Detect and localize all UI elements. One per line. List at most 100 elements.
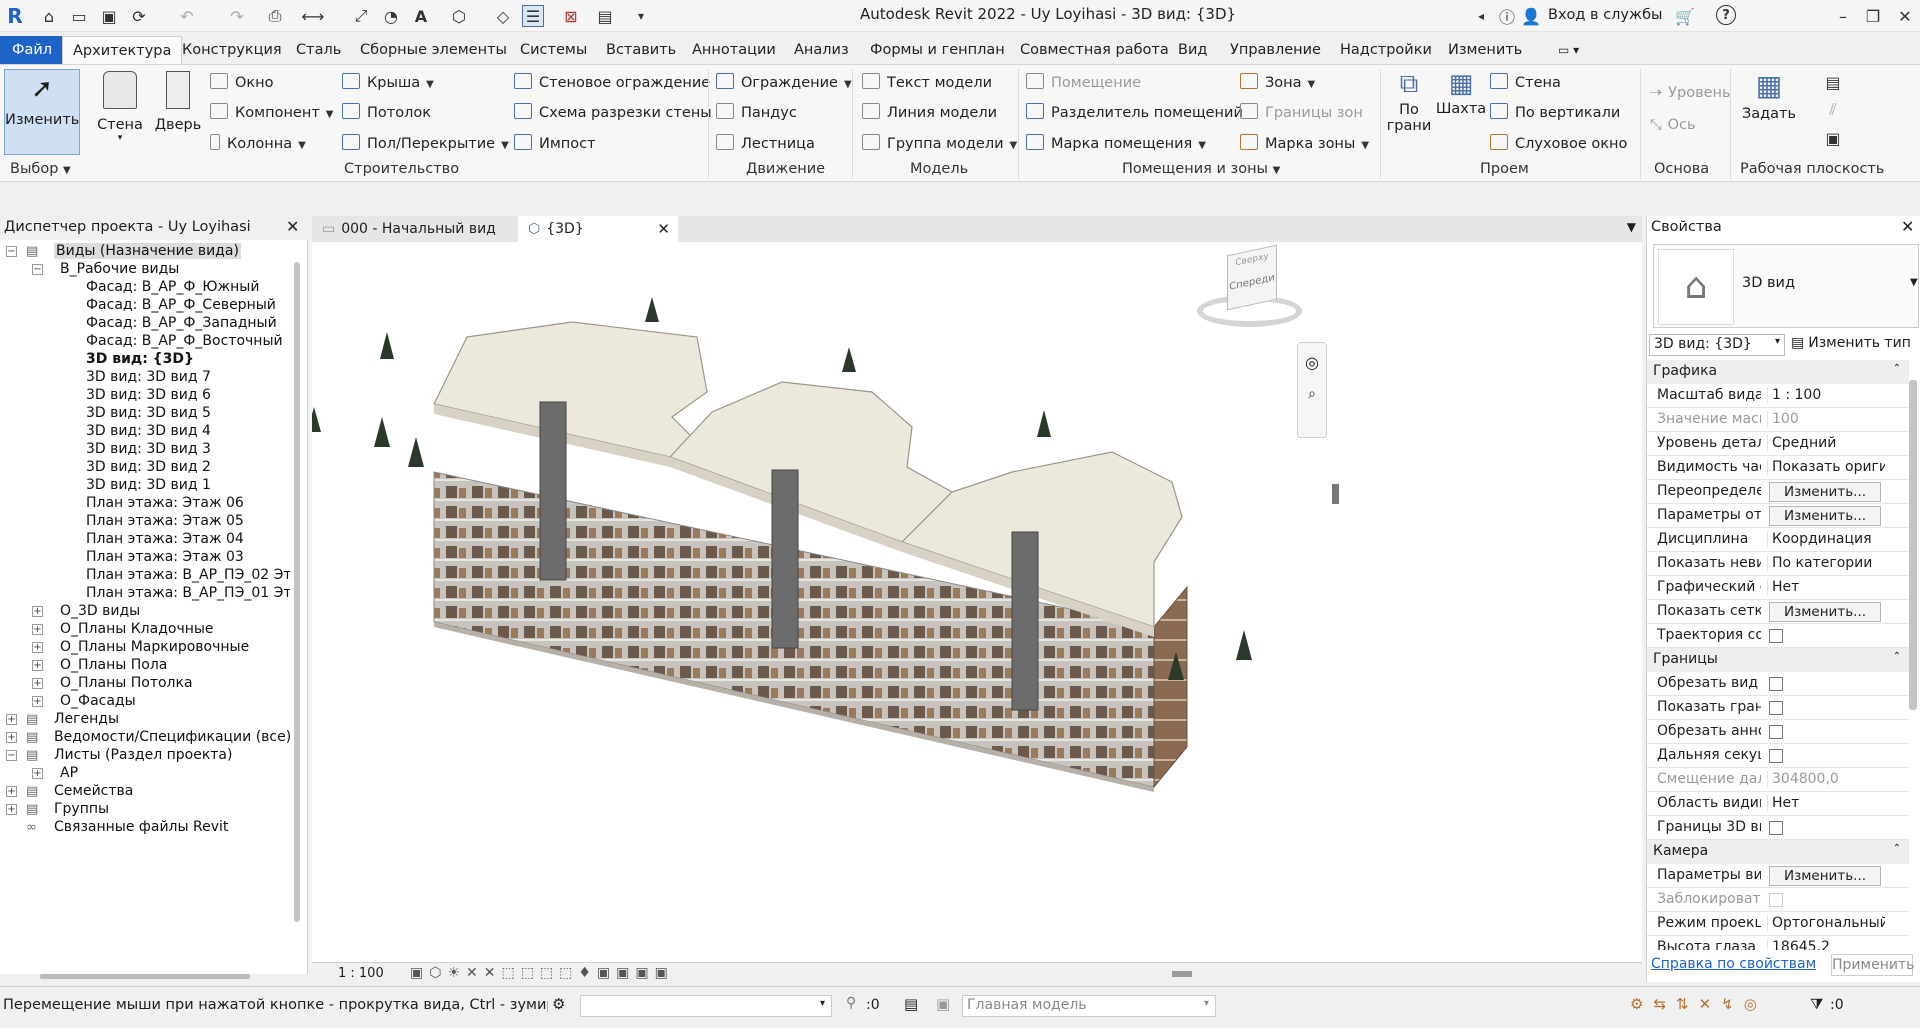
browser-item[interactable]: О_Планы Кладочные <box>60 621 214 637</box>
browser-item[interactable]: План этажа: Этаж 03 <box>86 549 244 565</box>
curtain-system-button[interactable]: Стеновое ограждение <box>514 73 710 91</box>
browser-item[interactable]: План этажа: Этаж 06 <box>86 495 244 511</box>
room-separator-button[interactable]: Разделитель помещений <box>1026 103 1243 121</box>
tab-structure[interactable]: Конструкция <box>172 36 292 64</box>
panel-select[interactable]: Выбор ▼ <box>10 161 71 177</box>
tab-menu-icon[interactable]: ▼ <box>1627 220 1636 234</box>
property-value[interactable]: Нет <box>1767 579 1885 595</box>
wall-button[interactable]: Стена ▾ <box>96 69 144 155</box>
mullion-button[interactable]: Импост <box>514 134 596 152</box>
type-selector[interactable]: ⌂ 3D вид ▼ <box>1653 244 1919 328</box>
ceiling-button[interactable]: Потолок <box>342 103 431 121</box>
model-group-button[interactable]: Группа модели ▼ <box>862 134 1017 152</box>
navigation-bar[interactable]: ◎ ⌕ <box>1297 342 1327 438</box>
text-icon[interactable]: A <box>410 5 432 27</box>
area-tag-button[interactable]: Марка зоны ▼ <box>1240 134 1369 152</box>
property-value[interactable]: Ортогональный <box>1767 915 1885 931</box>
help-icon[interactable]: ? <box>1716 5 1736 25</box>
stair-button[interactable]: Лестница <box>716 134 815 152</box>
steering-wheel-icon[interactable]: ◎ <box>1298 353 1326 372</box>
worksets-icon[interactable]: ⚙ <box>552 995 565 1013</box>
floor-button[interactable]: Пол/Перекрытие ▼ <box>342 134 509 152</box>
browser-item[interactable]: Фасад: В_АР_Ф_Северный <box>86 297 276 313</box>
browser-item[interactable]: О_Планы Пола <box>60 657 167 673</box>
edit-property-button[interactable]: Изменить... <box>1769 482 1881 502</box>
expand-icon[interactable]: + <box>32 768 43 779</box>
expand-icon[interactable]: + <box>6 804 17 815</box>
thin-lines-icon[interactable]: ☰ <box>522 5 544 27</box>
browser-item[interactable]: Легенды <box>54 711 119 727</box>
property-checkbox[interactable] <box>1769 749 1783 763</box>
expand-icon[interactable]: + <box>32 624 43 635</box>
filter-icon[interactable]: ⧩ <box>1810 995 1823 1013</box>
room-tag-button[interactable]: Марка помещения ▼ <box>1026 134 1206 152</box>
close-browser-icon[interactable]: ✕ <box>286 217 299 236</box>
tab-3d-view[interactable]: ⬡ {3D} ✕ <box>518 216 678 242</box>
user-icon[interactable]: 👤 <box>1520 5 1542 27</box>
close-hidden-icon[interactable]: ⊠ <box>560 5 582 27</box>
edit-property-button[interactable]: Изменить... <box>1769 866 1881 886</box>
property-value[interactable]: 1 : 100 <box>1767 387 1885 403</box>
3d-view-icon[interactable]: ⬡ <box>448 5 470 27</box>
property-section[interactable]: Камера ⌃ <box>1647 840 1909 864</box>
view-hscroll[interactable] <box>1172 971 1192 977</box>
dimension-icon[interactable]: ⤢ <box>350 5 372 27</box>
door-button[interactable]: Дверь <box>154 69 202 155</box>
browser-item[interactable]: Связанные файлы Revit <box>54 819 228 835</box>
open-icon[interactable]: ▭ <box>68 5 90 27</box>
close-tab-icon[interactable]: ✕ <box>657 216 670 242</box>
ribbon-toggle-icon[interactable]: ▭ ▾ <box>1548 36 1589 64</box>
expand-icon[interactable]: + <box>6 732 17 743</box>
instance-selector[interactable]: 3D вид: {3D} ▾ <box>1649 334 1785 356</box>
roof-button[interactable]: Крыша ▼ <box>342 73 434 91</box>
minimize-icon[interactable]: – <box>1832 5 1854 27</box>
browser-item[interactable]: О_3D виды <box>60 603 140 619</box>
browser-item[interactable]: План этажа: Этаж 05 <box>86 513 244 529</box>
browser-item[interactable]: План этажа: Этаж 04 <box>86 531 244 547</box>
tab-precast[interactable]: Сборные элементы <box>350 36 517 64</box>
edit-property-button[interactable]: Изменить... <box>1769 602 1881 622</box>
browser-item[interactable]: О_Планы Потолка <box>60 675 193 691</box>
tab-modify[interactable]: Изменить <box>1438 36 1532 64</box>
undo-icon[interactable]: ↶ <box>176 5 198 27</box>
browser-item[interactable]: 3D вид: 3D вид 2 <box>86 459 211 475</box>
browser-item[interactable]: О_Фасады <box>60 693 136 709</box>
browser-item[interactable]: 3D вид: 3D вид 6 <box>86 387 211 403</box>
browser-item[interactable]: Фасад: В_АР_Ф_Южный <box>86 279 259 295</box>
show-workplane-icon[interactable]: ▤ <box>1822 71 1844 93</box>
curtain-grid-button[interactable]: Схема разрезки стены <box>514 103 712 121</box>
section-icon[interactable]: ◇ <box>492 5 514 27</box>
collapse-icon[interactable]: − <box>32 264 43 275</box>
browser-item[interactable]: 3D вид: {3D} <box>86 351 194 367</box>
browser-item[interactable]: Листы (Раздел проекта) <box>54 747 232 763</box>
browser-item[interactable]: В_Рабочие виды <box>60 261 179 277</box>
browser-item[interactable]: Семейства <box>54 783 133 799</box>
shaft-button[interactable]: ▦ Шахта <box>1434 69 1488 155</box>
expand-icon[interactable]: + <box>32 696 43 707</box>
expand-icon[interactable]: + <box>32 606 43 617</box>
zoom-icon[interactable]: ⌕ <box>1298 386 1326 402</box>
print-icon[interactable]: ⎙ <box>264 5 286 27</box>
collapse-icon[interactable]: − <box>6 750 17 761</box>
edit-type-button[interactable]: ▤ Изменить тип <box>1791 335 1911 351</box>
switch-windows-icon[interactable]: ▤ <box>594 5 616 27</box>
cart-icon[interactable]: 🛒 <box>1674 5 1696 27</box>
set-workplane-button[interactable]: ▦ Задать <box>1736 69 1802 155</box>
property-value[interactable]: Средний <box>1767 435 1885 451</box>
expand-icon[interactable]: + <box>6 786 17 797</box>
browser-scrollbar[interactable] <box>294 262 300 922</box>
tab-architecture[interactable]: Архитектура <box>62 36 183 64</box>
ref-plane-icon[interactable]: ⫽ <box>1822 99 1844 121</box>
panel-room-area[interactable]: Помещения и зоны ▼ <box>1122 161 1280 177</box>
vertical-opening-button[interactable]: По вертикали <box>1490 103 1620 121</box>
browser-item[interactable]: АР <box>60 765 78 781</box>
info-icon[interactable]: ⓘ <box>1496 5 1518 27</box>
edit-property-button[interactable]: Изменить... <box>1769 506 1881 526</box>
collapse-section-icon[interactable]: ⌃ <box>1893 843 1901 854</box>
grid-button[interactable]: ⤡ Ось <box>1650 117 1696 133</box>
property-value[interactable]: По категории <box>1767 555 1885 571</box>
home-icon[interactable]: ⌂ <box>38 5 60 27</box>
expand-icon[interactable]: + <box>32 642 43 653</box>
collapse-section-icon[interactable]: ⌃ <box>1893 363 1901 374</box>
property-value[interactable]: 304800,0 <box>1767 771 1885 787</box>
